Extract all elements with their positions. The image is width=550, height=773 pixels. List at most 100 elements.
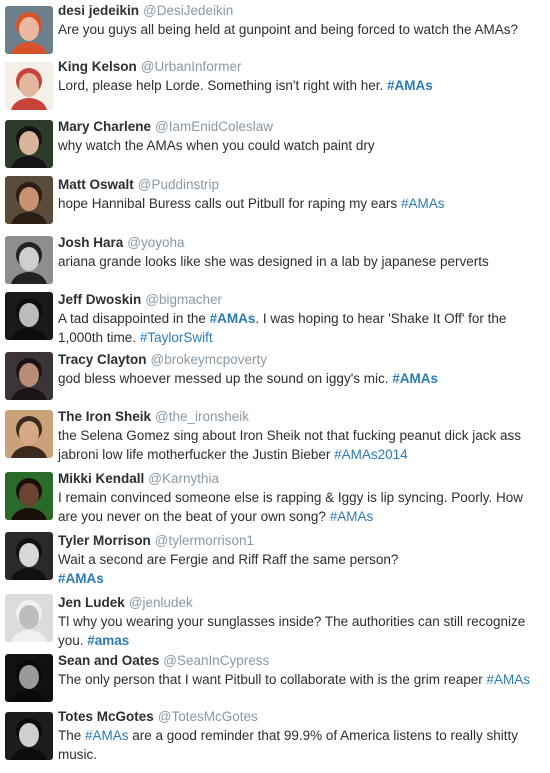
user-handle[interactable]: @IamEnidColeslaw [155, 119, 273, 134]
tweet-content: Josh Hara @yoyoha ariana grande looks like… [58, 234, 546, 271]
avatar[interactable] [5, 410, 53, 458]
avatar[interactable] [5, 62, 53, 110]
hashtag-link[interactable]: #AMAs [486, 672, 530, 687]
hashtag-link[interactable]: #AMAs [58, 571, 104, 586]
hashtag-link[interactable]: #AMAs [330, 509, 374, 524]
tweet-text: The #AMAs are a good reminder that 99.9%… [58, 726, 546, 764]
hashtag-link[interactable]: #AMAs [392, 371, 438, 386]
user-handle[interactable]: @tylermorrison1 [155, 533, 254, 548]
hashtag-link[interactable]: #AMAs [387, 78, 433, 93]
tweet-text-segment: A tad disappointed in the [58, 311, 210, 326]
hashtag-link[interactable]: #AMAs [85, 728, 129, 743]
tweet-content: Mary Charlene @IamEnidColeslaw why watch t… [58, 118, 546, 155]
avatar[interactable] [5, 292, 53, 340]
avatar[interactable] [5, 532, 53, 580]
tweet-header: Mikki Kendall @Karnythia [58, 470, 546, 487]
tweet-text: Lord, please help Lorde. Something isn't… [58, 76, 546, 95]
tweet-text-segment: god bless whoever messed up the sound on… [58, 371, 393, 386]
tweet-text: the Selena Gomez sing about Iron Sheik n… [58, 426, 546, 464]
user-handle[interactable]: @brokeymcpoverty [151, 352, 268, 367]
tweet-content: Jen Ludek @jenludek Tl why you wearing you… [58, 594, 546, 650]
tweet-header: The Iron Sheik @the_ironsheik [58, 408, 546, 425]
tweet-content: Sean and Oates @SeanInCypress The only per… [58, 652, 546, 689]
tweet-text-segment: The only person that I want Pitbull to c… [58, 672, 487, 687]
display-name[interactable]: Mary Charlene [58, 119, 151, 134]
user-handle[interactable]: @TotesMcGotes [158, 709, 258, 724]
tweet-content: Tyler Morrison @tylermorrison1 Wait a seco… [58, 532, 546, 588]
tweet-text: Tl why you wearing your sunglasses insid… [58, 612, 546, 650]
tweet-header: Jeff Dwoskin @bigmacher [58, 291, 546, 308]
user-handle[interactable]: @Karnythia [148, 471, 219, 486]
display-name[interactable]: Mikki Kendall [58, 471, 144, 486]
hashtag-link[interactable]: #amas [87, 633, 129, 648]
tweet-text: The only person that I want Pitbull to c… [58, 670, 546, 689]
tweet-text-segment: I remain convinced someone else is rappi… [58, 490, 523, 524]
tweet-content: Tracy Clayton @brokeymcpoverty god bless w… [58, 351, 546, 388]
hashtag-link[interactable]: #AMAs [210, 311, 256, 326]
display-name[interactable]: Josh Hara [58, 235, 123, 250]
user-handle[interactable]: @SeanInCypress [163, 653, 269, 668]
avatar[interactable] [5, 176, 53, 224]
user-handle[interactable]: @Puddinstrip [138, 177, 219, 192]
user-handle[interactable]: @yoyoha [127, 235, 184, 250]
user-handle[interactable]: @DesiJedeikin [143, 3, 233, 18]
display-name[interactable]: The Iron Sheik [58, 409, 151, 424]
tweet-text: Wait a second are Fergie and Riff Raff t… [58, 550, 546, 588]
display-name[interactable]: Totes McGotes [58, 709, 154, 724]
tweet-content: King Kelson @UrbanInformer Lord, please he… [58, 58, 546, 95]
display-name[interactable]: Jeff Dwoskin [58, 292, 141, 307]
tweet-text-segment: Wait a second are Fergie and Riff Raff t… [58, 552, 399, 567]
tweet-feed: desi jedeikin @DesiJedeikin Are you guys a… [0, 0, 550, 773]
hashtag-link[interactable]: #AMAs [401, 196, 445, 211]
tweet-text: Are you guys all being held at gunpoint … [58, 20, 546, 39]
avatar[interactable] [5, 352, 53, 400]
tweet-text-segment: why watch the AMAs when you could watch … [58, 138, 375, 153]
tweet-header: Matt Oswalt @Puddinstrip [58, 176, 546, 193]
tweet-text: god bless whoever messed up the sound on… [58, 369, 546, 388]
display-name[interactable]: Tracy Clayton [58, 352, 147, 367]
tweet-header: King Kelson @UrbanInformer [58, 58, 546, 75]
avatar[interactable] [5, 594, 53, 642]
tweet-header: Totes McGotes @TotesMcGotes [58, 708, 546, 725]
avatar[interactable] [5, 472, 53, 520]
tweet-text-segment: hope Hannibal Buress calls out Pitbull f… [58, 196, 401, 211]
hashtag-link[interactable]: #AMAs2014 [334, 447, 408, 462]
display-name[interactable]: desi jedeikin [58, 3, 139, 18]
tweet-text-segment: the Selena Gomez sing about Iron Sheik n… [58, 428, 522, 462]
display-name[interactable]: Jen Ludek [58, 595, 125, 610]
display-name[interactable]: Tyler Morrison [58, 533, 151, 548]
tweet-header: desi jedeikin @DesiJedeikin [58, 2, 546, 19]
user-handle[interactable]: @the_ironsheik [155, 409, 249, 424]
tweet-text: I remain convinced someone else is rappi… [58, 488, 546, 526]
tweet-text: A tad disappointed in the #AMAs. I was h… [58, 309, 546, 347]
tweet-header: Tyler Morrison @tylermorrison1 [58, 532, 546, 549]
avatar[interactable] [5, 654, 53, 702]
tweet-header: Sean and Oates @SeanInCypress [58, 652, 546, 669]
tweet-text: ariana grande looks like she was designe… [58, 252, 546, 271]
avatar[interactable] [5, 712, 53, 760]
tweet-header: Jen Ludek @jenludek [58, 594, 546, 611]
user-handle[interactable]: @UrbanInformer [141, 59, 242, 74]
tweet-content: Totes McGotes @TotesMcGotes The #AMAs are … [58, 708, 546, 764]
tweet-text-segment: Are you guys all being held at gunpoint … [58, 22, 519, 37]
tweet-content: Mikki Kendall @Karnythia I remain convince… [58, 470, 546, 526]
display-name[interactable]: King Kelson [58, 59, 137, 74]
display-name[interactable]: Matt Oswalt [58, 177, 134, 192]
user-handle[interactable]: @jenludek [129, 595, 193, 610]
tweet-content: desi jedeikin @DesiJedeikin Are you guys a… [58, 2, 546, 39]
tweet-header: Mary Charlene @IamEnidColeslaw [58, 118, 546, 135]
display-name[interactable]: Sean and Oates [58, 653, 159, 668]
tweet-text-segment: Lord, please help Lorde. Something isn't… [58, 78, 388, 93]
tweet-header: Josh Hara @yoyoha [58, 234, 546, 251]
tweet-content: Matt Oswalt @Puddinstrip hope Hannibal Bur… [58, 176, 546, 213]
hashtag-link[interactable]: #TaylorSwift [140, 330, 213, 345]
tweet-content: Jeff Dwoskin @bigmacher A tad disappointed… [58, 291, 546, 347]
avatar[interactable] [5, 6, 53, 54]
tweet-text-segment: The [58, 728, 86, 743]
avatar[interactable] [5, 120, 53, 168]
tweet-text: hope Hannibal Buress calls out Pitbull f… [58, 194, 546, 213]
avatar[interactable] [5, 236, 53, 284]
tweet-text: why watch the AMAs when you could watch … [58, 136, 546, 155]
tweet-content: The Iron Sheik @the_ironsheikthe Selena G… [58, 408, 546, 464]
user-handle[interactable]: @bigmacher [145, 292, 222, 307]
